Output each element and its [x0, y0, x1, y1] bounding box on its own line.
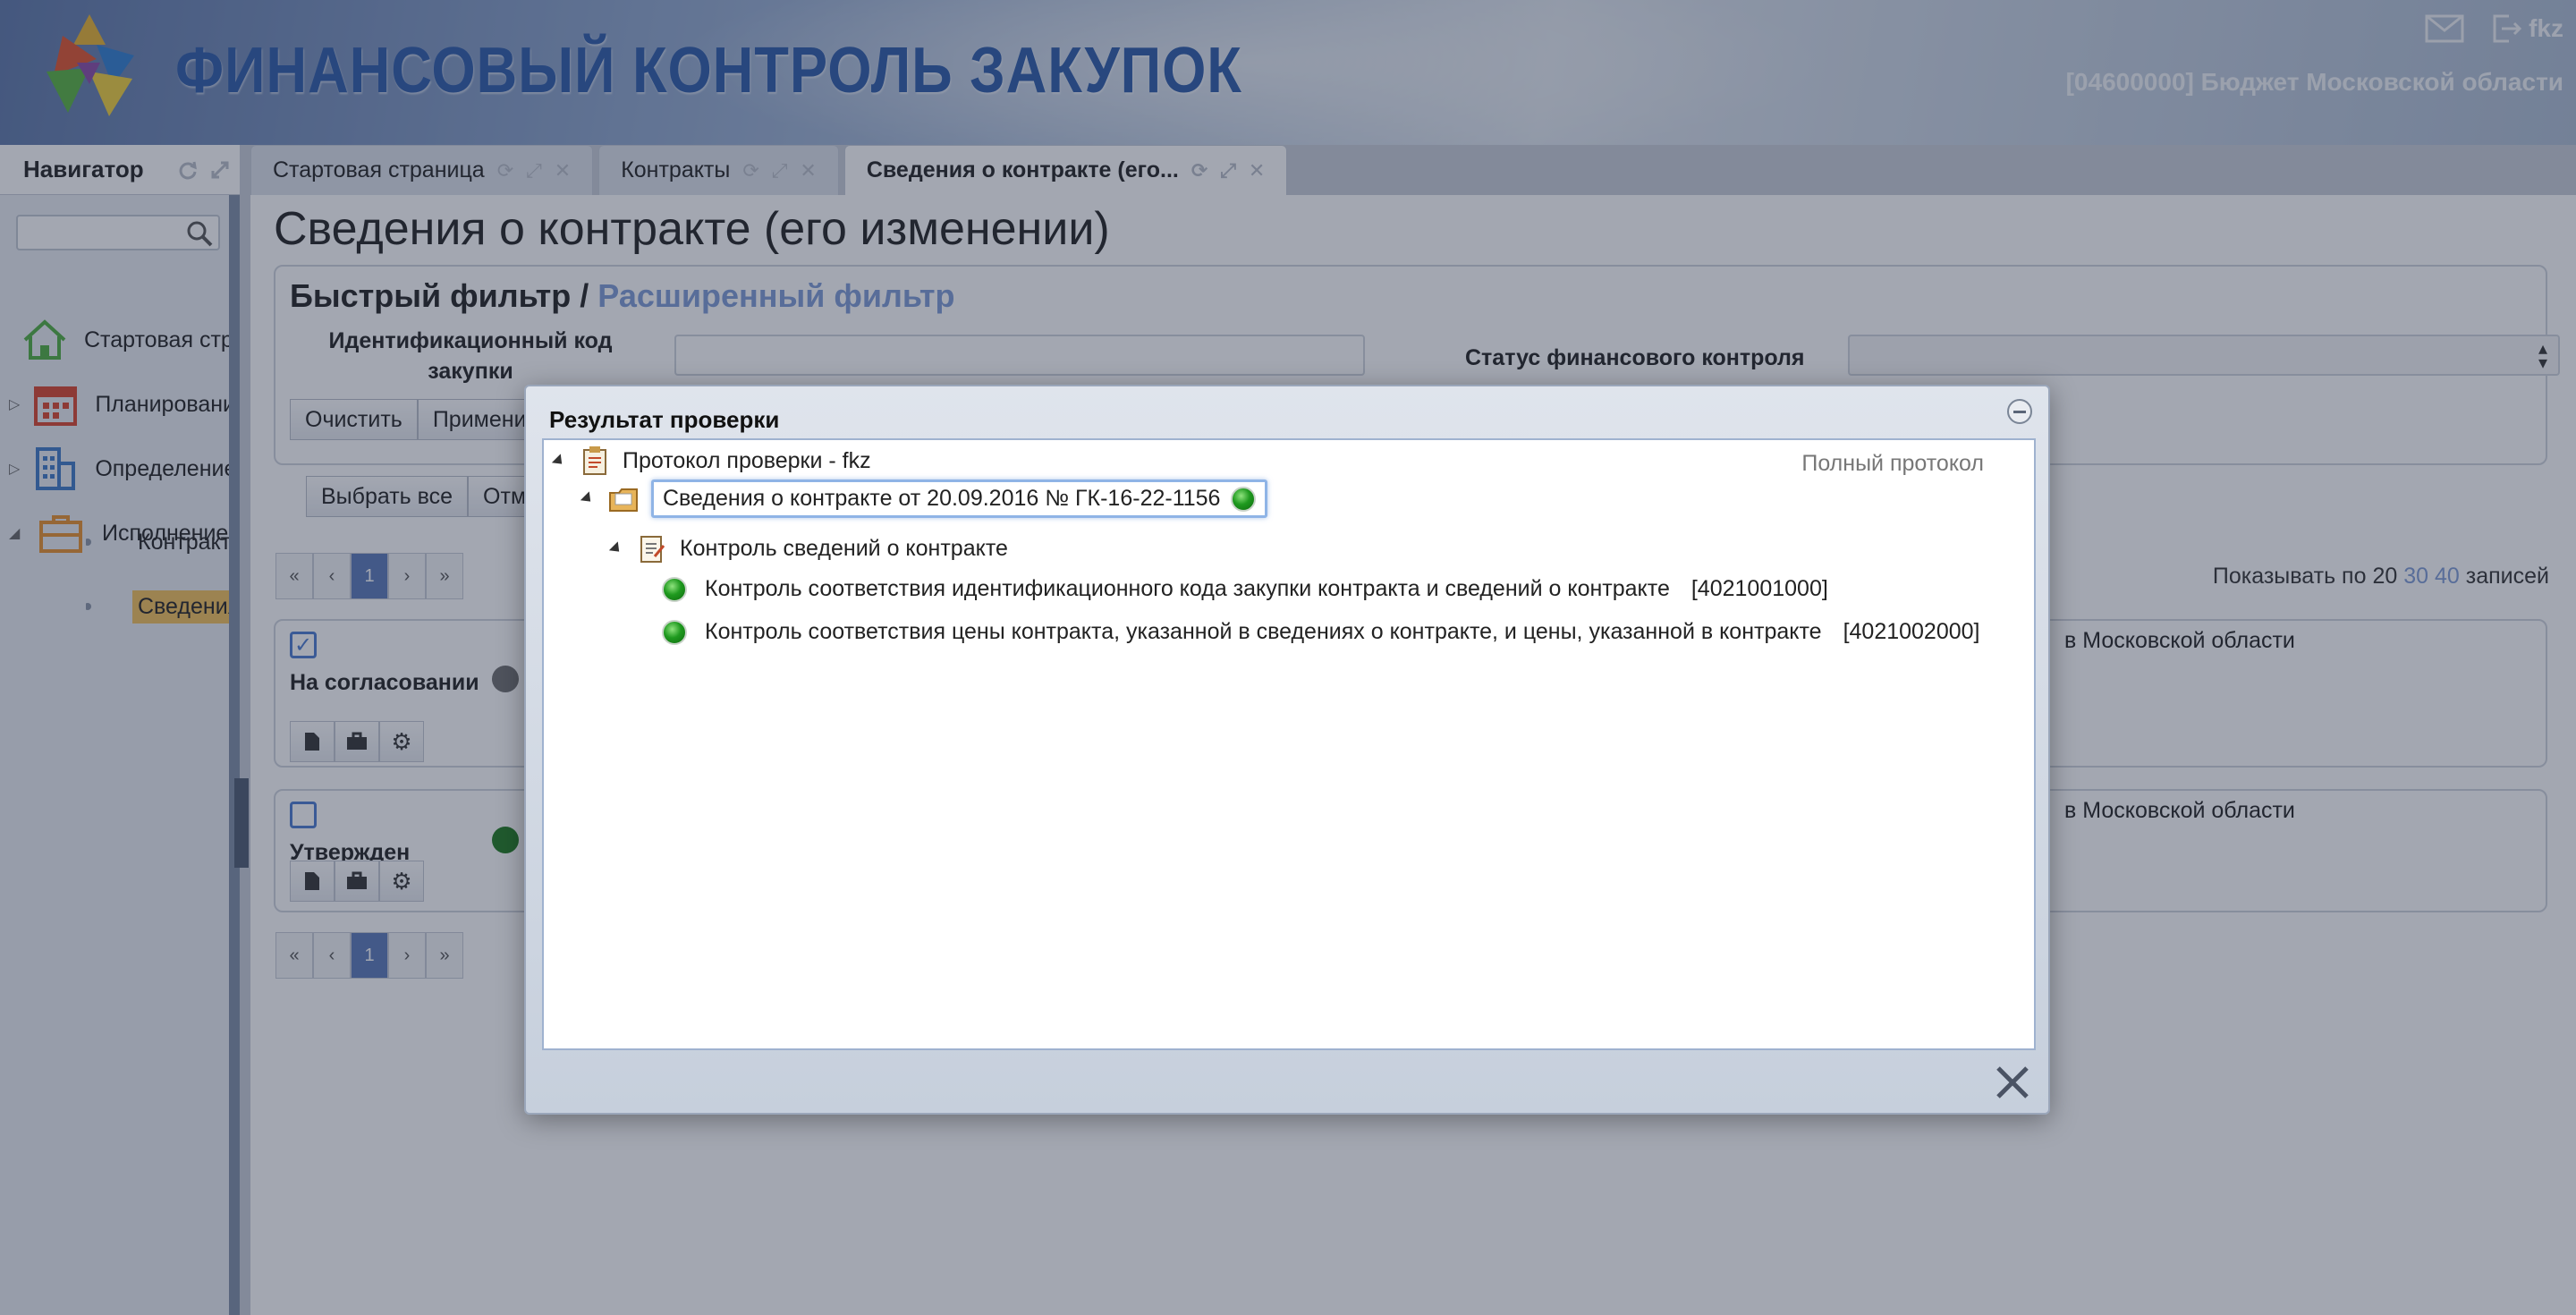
clipboard-icon: [583, 446, 606, 475]
tree-check-item[interactable]: Контроль соответствия цены контракта, ук…: [662, 619, 1980, 645]
tree-root-label: Протокол проверки - fkz: [623, 447, 871, 473]
tree-node-label: Сведения о контракте от 20.09.2016 № ГК-…: [663, 486, 1221, 511]
protocol-tree: Полный протокол Протокол проверки - fkz …: [542, 438, 2036, 1050]
collapse-arrow-icon[interactable]: [551, 453, 567, 469]
folder-document-icon: [609, 488, 638, 512]
close-icon[interactable]: [1993, 1063, 2032, 1102]
status-ok-icon: [662, 576, 687, 602]
collapse-arrow-icon[interactable]: [608, 540, 624, 556]
check-result-dialog: Результат проверки Полный протокол Прото…: [524, 385, 2050, 1115]
full-protocol-link[interactable]: Полный протокол: [1801, 451, 1984, 477]
check-code: [4021002000]: [1843, 619, 1980, 644]
tree-root[interactable]: Протокол проверки - fkz: [551, 445, 871, 476]
tree-group[interactable]: Контроль сведений о контракте: [608, 533, 1008, 564]
selected-node[interactable]: Сведения о контракте от 20.09.2016 № ГК-…: [651, 479, 1268, 518]
check-code: [4021001000]: [1690, 576, 1828, 601]
tree-node-contract[interactable]: Сведения о контракте от 20.09.2016 № ГК-…: [580, 479, 1268, 518]
tree-check-item[interactable]: Контроль соответствия идентификационного…: [662, 576, 1828, 602]
check-label: Контроль соответствия идентификационного…: [705, 576, 1670, 601]
minimize-icon[interactable]: [2007, 399, 2032, 424]
status-ok-icon: [662, 619, 687, 645]
dialog-title: Результат проверки: [549, 406, 780, 433]
status-ok-icon: [1231, 486, 1257, 512]
collapse-arrow-icon[interactable]: [580, 491, 596, 506]
check-label: Контроль соответствия цены контракта, ук…: [705, 619, 1822, 644]
tree-group-label: Контроль сведений о контракте: [680, 535, 1008, 561]
notepad-icon: [640, 536, 665, 563]
